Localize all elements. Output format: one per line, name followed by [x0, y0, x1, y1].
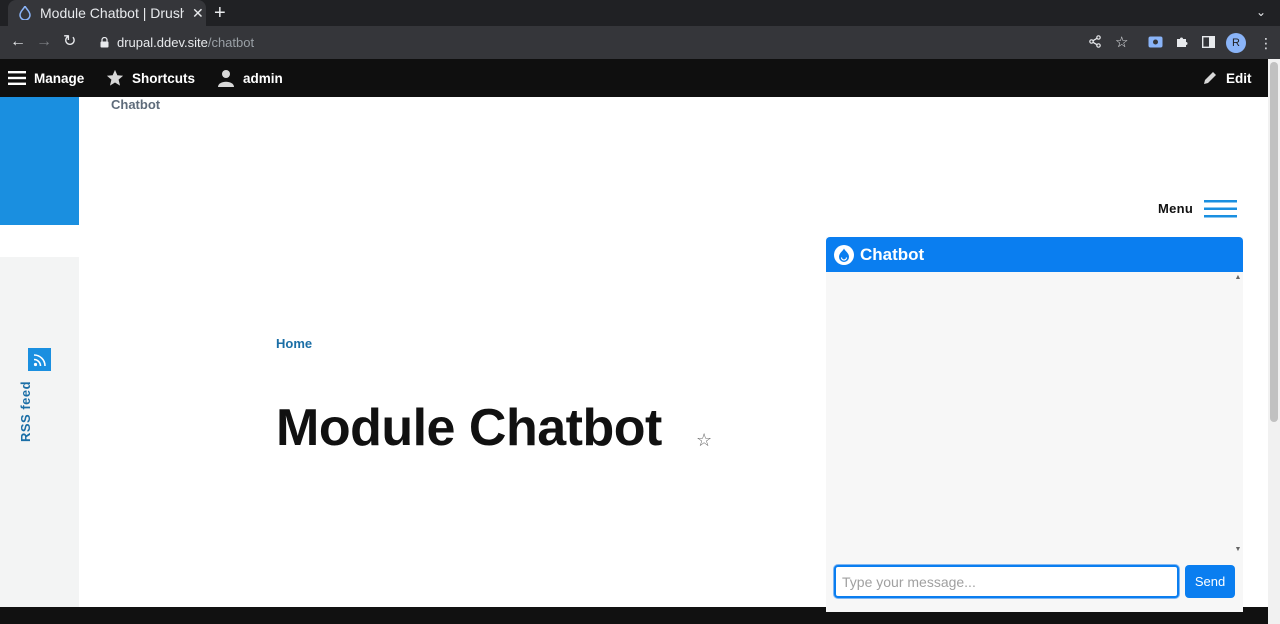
- screenshot-extension-icon[interactable]: [1148, 35, 1163, 51]
- url-host: drupal.ddev.site: [117, 35, 208, 50]
- browser-tab[interactable]: Module Chatbot | Drush S ✕: [8, 0, 206, 26]
- bookmark-star-icon[interactable]: ☆: [1115, 33, 1128, 51]
- edit-label: Edit: [1226, 70, 1252, 86]
- reload-icon[interactable]: ↻: [63, 33, 76, 51]
- share-icon[interactable]: [1089, 35, 1101, 51]
- star-icon: [106, 69, 124, 87]
- rss-feed-link[interactable]: RSS feed: [18, 381, 33, 442]
- page-title: Module Chatbot: [276, 399, 662, 457]
- page-scrollbar-thumb[interactable]: [1270, 62, 1278, 422]
- chatbot-title: Chatbot: [860, 244, 925, 264]
- tab-search-chevron-icon[interactable]: ⌄: [1256, 5, 1266, 19]
- tab-title: Module Chatbot | Drush S: [40, 5, 184, 21]
- manage-menu-button[interactable]: Manage: [8, 59, 84, 97]
- lock-icon[interactable]: [100, 37, 109, 48]
- favorite-star-icon[interactable]: ☆: [696, 430, 712, 451]
- hamburger-icon: [8, 70, 26, 86]
- send-button[interactable]: Send: [1185, 565, 1235, 598]
- manage-label: Manage: [34, 70, 85, 86]
- drupal-logo-icon: [834, 244, 854, 265]
- breadcrumb-home-link[interactable]: Home: [276, 336, 312, 351]
- rss-icon[interactable]: [28, 348, 51, 371]
- chat-message-input[interactable]: [834, 565, 1179, 598]
- chat-messages-scrollbar[interactable]: ▲ ▼: [1233, 274, 1243, 556]
- drupal-favicon-icon: [18, 6, 32, 20]
- extensions-puzzle-icon[interactable]: [1176, 35, 1189, 51]
- social-sidebar: [0, 257, 79, 607]
- user-label: admin: [243, 70, 283, 86]
- site-branding-block: [0, 97, 79, 225]
- url-path: /chatbot: [207, 35, 255, 50]
- profile-avatar[interactable]: R: [1226, 33, 1246, 53]
- new-tab-button[interactable]: +: [214, 3, 226, 23]
- menu-toggle-label[interactable]: Menu: [1158, 201, 1193, 216]
- shortcuts-label: Shortcuts: [132, 70, 196, 86]
- forward-arrow-icon[interactable]: →: [36, 33, 52, 51]
- pencil-icon: [1202, 70, 1218, 86]
- back-arrow-icon[interactable]: ←: [10, 33, 26, 51]
- user-icon: [217, 69, 235, 87]
- scroll-up-arrow-icon[interactable]: ▲: [1233, 274, 1243, 281]
- user-menu-button[interactable]: admin: [217, 59, 283, 97]
- menu-hamburger-icon[interactable]: [1204, 200, 1237, 218]
- side-panel-icon[interactable]: [1201, 35, 1216, 51]
- admin-toolbar: Manage Shortcuts admin Edit: [0, 59, 1268, 97]
- address-bar[interactable]: drupal.ddev.site/chatbot: [117, 35, 254, 50]
- edit-button[interactable]: Edit: [1202, 59, 1252, 97]
- chatbot-panel: [826, 237, 1243, 612]
- site-name-link[interactable]: Chatbot: [111, 97, 160, 112]
- tab-close-icon[interactable]: ✕: [192, 5, 204, 22]
- scroll-down-arrow-icon[interactable]: ▼: [1233, 546, 1243, 553]
- chatbot-header[interactable]: Chatbot: [826, 237, 1243, 272]
- shortcuts-menu-button[interactable]: Shortcuts: [106, 59, 195, 97]
- browser-menu-icon[interactable]: ⋮: [1259, 35, 1273, 52]
